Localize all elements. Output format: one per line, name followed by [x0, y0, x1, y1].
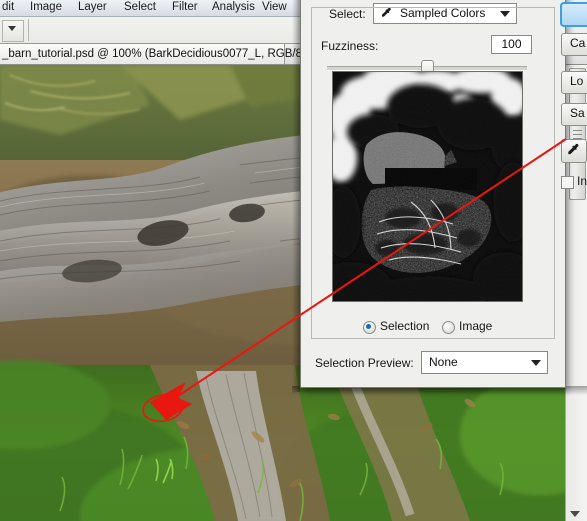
invert-checkbox[interactable]	[561, 176, 574, 189]
ok-button[interactable]: O	[560, 2, 587, 27]
load-button[interactable]: Lo	[561, 71, 587, 94]
eyedropper-icon	[568, 144, 579, 155]
menu-item-filter[interactable]: Filter	[172, 0, 198, 15]
chevron-down-icon[interactable]	[531, 360, 541, 366]
menu-item-image[interactable]: Image	[30, 0, 62, 15]
mask-preview-image	[333, 72, 522, 301]
menu-item-view[interactable]: View	[262, 0, 287, 15]
mask-preview-thumbnail[interactable]	[332, 71, 523, 302]
invert-label: Inv	[577, 174, 587, 188]
selection-preview-label: Selection Preview:	[315, 356, 414, 370]
save-button[interactable]: Sa	[561, 103, 587, 126]
document-tab[interactable]: _barn_tutorial.psd @ 100% (BarkDecidious…	[0, 44, 302, 64]
radio-image[interactable]	[442, 321, 455, 334]
menu-item-layer[interactable]: Layer	[78, 0, 107, 15]
menu-item-select[interactable]: Select	[124, 0, 156, 15]
radio-selection-label: Selection	[380, 319, 430, 333]
chevron-down-icon[interactable]	[8, 26, 16, 31]
menu-item-analysis[interactable]: Analysis	[212, 0, 255, 15]
eyedropper-tool-button[interactable]	[561, 139, 587, 163]
cancel-button[interactable]: Ca	[561, 33, 587, 56]
menu-item-edit[interactable]: dit	[2, 0, 14, 15]
selection-preview-value: None	[429, 355, 458, 369]
selection-preview-dropdown[interactable]: None	[421, 351, 548, 374]
radio-image-label: Image	[459, 319, 493, 333]
photoshop-app-window: dit Image Layer Select Filter Analysis V…	[0, 0, 587, 521]
dialog-shadow-left	[292, 0, 300, 392]
radio-selection[interactable]	[363, 321, 376, 334]
toolbar-divider	[28, 19, 29, 41]
scroll-down-arrow-icon[interactable]	[570, 511, 580, 517]
canvas-vertical-scrollbar[interactable]	[565, 65, 587, 521]
active-tool-preset-swatch[interactable]	[2, 20, 24, 42]
scrollbar-grip-line	[573, 134, 582, 135]
color-range-dialog: Select: Sampled Colors Fuzziness: 100 Se…	[300, 0, 587, 388]
scrollbar-grip-line	[573, 130, 582, 131]
